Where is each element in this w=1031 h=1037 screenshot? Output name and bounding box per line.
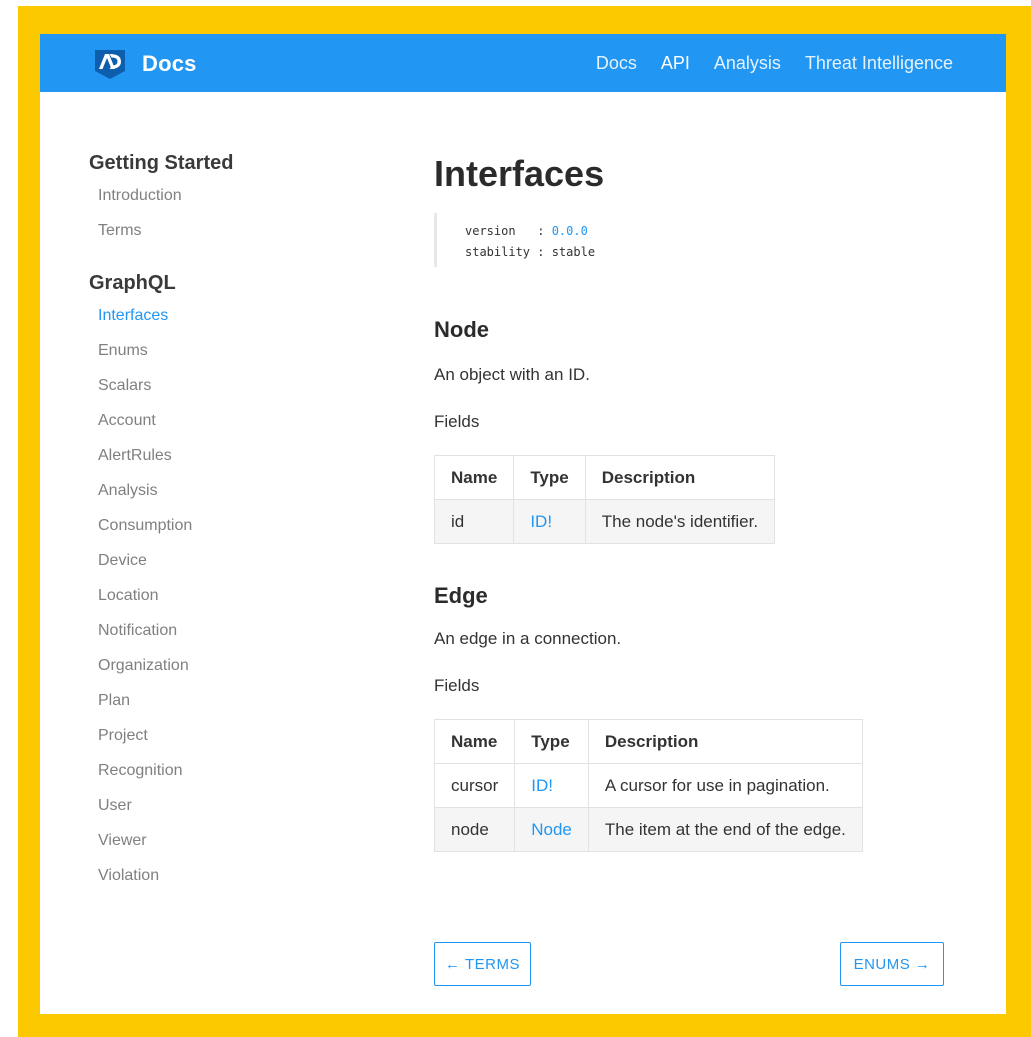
stability-row: stability : stable [465,242,665,263]
main-content: Interfaces version : 0.0.0 stability : s… [433,152,974,852]
field-type-cell: ID! [513,499,586,544]
table-header-row: Name Type Description [433,719,863,764]
version-info: version : 0.0.0 stability : stable [434,213,665,267]
fields-table-edge: Name Type Description cursor ID! A curso… [433,719,863,852]
section-description-node: An object with an ID. [434,365,590,384]
sidebar-item-account[interactable]: Account [89,412,349,447]
field-name: cursor [433,763,516,808]
field-description: The node's identifier. [584,499,776,544]
column-header-name: Name [433,455,515,500]
field-type-cell: Node [514,807,589,852]
field-type-link[interactable]: Node [531,820,572,839]
table-row: id ID! The node's identifier. [433,499,776,544]
sidebar-item-alertrules[interactable]: AlertRules [89,447,349,482]
prev-page-button[interactable]: ← TERMS [434,942,531,986]
column-header-description: Description [584,455,776,500]
page: Docs Docs API Analysis Threat Intelligen… [40,34,1006,1014]
sidebar-item-viewer[interactable]: Viewer [89,832,349,867]
brand-name: Docs [142,51,197,76]
sidebar-item-plan[interactable]: Plan [89,692,349,727]
section-title-edge: Edge [434,583,488,608]
field-type-link[interactable]: ID! [531,776,553,795]
sidebar-item-organization[interactable]: Organization [89,657,349,692]
sidebar-item-terms[interactable]: Terms [89,222,349,257]
field-type-link[interactable]: ID! [530,512,552,531]
nav-link-analysis[interactable]: Analysis [714,53,781,74]
brand-link[interactable]: Docs [92,47,197,81]
stability-value: stable [551,245,596,259]
sidebar-item-consumption[interactable]: Consumption [89,517,349,552]
sidebar-item-device[interactable]: Device [89,552,349,587]
table-row: node Node The item at the end of the edg… [433,807,863,852]
sidebar-item-user[interactable]: User [89,797,349,832]
sidebar-item-scalars[interactable]: Scalars [89,377,349,412]
sidebar-item-introduction[interactable]: Introduction [89,187,349,222]
fields-table-node: Name Type Description id ID! The node's … [433,455,776,544]
fields-label-edge: Fields [434,676,480,695]
table-header-row: Name Type Description [433,455,776,500]
table-row: cursor ID! A cursor for use in paginatio… [433,763,863,808]
sidebar-item-interfaces[interactable]: Interfaces [89,307,349,342]
sidebar-item-project[interactable]: Project [89,727,349,762]
column-header-type: Type [513,455,586,500]
field-description: The item at the end of the edge. [587,807,863,852]
top-navbar: Docs Docs API Analysis Threat Intelligen… [40,34,1006,92]
sidebar-item-analysis[interactable]: Analysis [89,482,349,517]
section-title-node: Node [434,317,489,342]
page-title: Interfaces [434,153,605,194]
section-description-edge: An edge in a connection. [434,629,622,648]
column-header-type: Type [514,719,589,764]
fields-label-node: Fields [434,412,480,431]
sidebar-heading-getting-started: Getting Started [89,152,234,174]
version-label: version : [465,224,552,238]
nav-link-api[interactable]: API [661,53,690,74]
field-type-cell: ID! [514,763,589,808]
next-page-button[interactable]: ENUMS → [840,942,944,986]
sidebar-item-location[interactable]: Location [89,587,349,622]
column-header-description: Description [587,719,863,764]
sidebar-item-enums[interactable]: Enums [89,342,349,377]
sidebar-heading-graphql: GraphQL [89,272,176,294]
version-row: version : 0.0.0 [465,221,665,242]
field-name: node [433,807,516,852]
nav-link-threat-intelligence[interactable]: Threat Intelligence [805,53,953,74]
field-description: A cursor for use in pagination. [587,763,863,808]
field-name: id [433,499,515,544]
sidebar-item-violation[interactable]: Violation [89,867,349,902]
sidebar: Getting Started Introduction Terms Graph… [89,151,349,902]
sidebar-item-recognition[interactable]: Recognition [89,762,349,797]
stability-label: stability : [465,245,552,259]
column-header-name: Name [433,719,516,764]
nav-link-docs[interactable]: Docs [596,53,637,74]
version-value: 0.0.0 [551,224,588,238]
sidebar-item-notification[interactable]: Notification [89,622,349,657]
brand-logo-icon [95,50,125,79]
nav-links: Docs API Analysis Threat Intelligence [572,34,953,92]
